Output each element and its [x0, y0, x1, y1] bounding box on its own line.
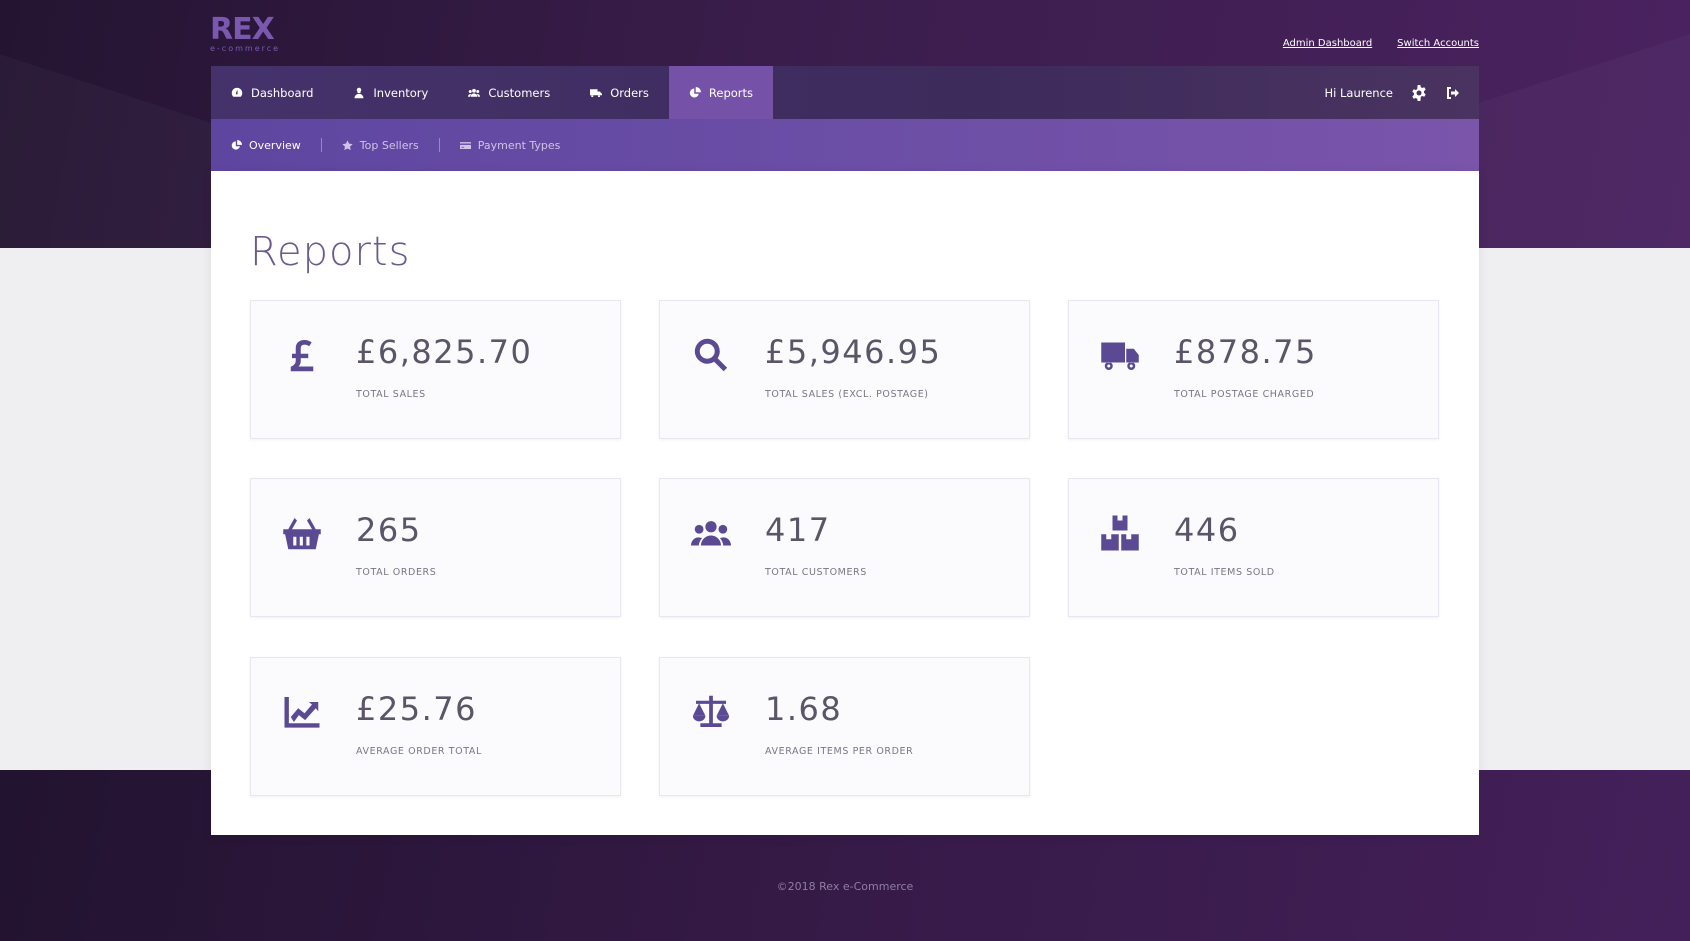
stat-card-total-customers[interactable]: 417 TOTAL CUSTOMERS: [659, 478, 1030, 617]
stat-value: £25.76: [356, 690, 477, 728]
stat-label: TOTAL SALES (EXCL. POSTAGE): [765, 389, 929, 400]
stat-value: £878.75: [1174, 333, 1317, 371]
logo-subtext: e-commerce: [210, 44, 281, 53]
stat-label: TOTAL SALES: [356, 389, 426, 400]
basket-icon: [281, 512, 323, 554]
stat-card-total-orders[interactable]: 265 TOTAL ORDERS: [250, 478, 621, 617]
nav-item-label: Orders: [610, 85, 649, 100]
subnav-item-top-sellers[interactable]: Top Sellers: [342, 139, 439, 152]
stat-value: £5,946.95: [765, 333, 942, 371]
nav-item-label: Customers: [488, 85, 551, 100]
users-icon: [690, 512, 732, 554]
logout-icon[interactable]: [1445, 85, 1461, 101]
stat-value: 446: [1174, 511, 1240, 549]
sub-nav: Overview Top Sellers Payment Types: [211, 119, 1479, 171]
search-icon: [690, 334, 732, 376]
gear-icon[interactable]: [1411, 84, 1427, 101]
subnav-item-payment-types[interactable]: Payment Types: [459, 138, 581, 152]
line-chart-icon: [281, 691, 323, 733]
subnav-item-label: Payment Types: [477, 138, 561, 152]
stat-card-average-order-total[interactable]: £25.76 AVERAGE ORDER TOTAL: [250, 657, 621, 796]
logo-text: REX: [210, 12, 275, 47]
stat-label: TOTAL ITEMS SOLD: [1174, 567, 1275, 578]
nav-item-customers[interactable]: Customers: [448, 66, 570, 119]
stat-label: TOTAL CUSTOMERS: [765, 567, 867, 578]
subnav-divider: [320, 138, 322, 152]
nav-item-label: Inventory: [373, 85, 429, 100]
subnav-item-label: Top Sellers: [359, 138, 419, 152]
stat-value: 265: [356, 511, 422, 549]
boxes-icon: [1099, 512, 1141, 554]
nav-item-dashboard[interactable]: Dashboard: [211, 66, 333, 119]
stat-card-total-sales[interactable]: £6,825.70 TOTAL SALES: [250, 300, 621, 439]
stat-value: 1.68: [765, 690, 843, 728]
stat-value: 417: [765, 511, 831, 549]
nav-user-area: Hi Laurence: [1325, 66, 1479, 119]
nav-item-reports[interactable]: Reports: [668, 66, 774, 119]
stat-value: £6,825.70: [356, 333, 533, 371]
stat-label: TOTAL POSTAGE CHARGED: [1174, 389, 1315, 400]
subnav-divider: [438, 138, 440, 152]
nav-item-label: Dashboard: [251, 85, 314, 100]
nav-item-inventory[interactable]: Inventory: [333, 66, 448, 119]
main-content: Reports £6,825.70 TOTAL SALES £5,946.95 …: [211, 171, 1479, 835]
customers-icon: [468, 88, 481, 97]
subnav-item-overview[interactable]: Overview: [231, 139, 321, 152]
footer-copyright: ©2018 Rex e-Commerce: [776, 880, 914, 893]
admin-dashboard-link[interactable]: Admin Dashboard: [1283, 38, 1372, 49]
nav-item-label: Reports: [708, 85, 754, 100]
user-greeting: Hi Laurence: [1324, 85, 1393, 100]
nav-item-orders[interactable]: Orders: [570, 66, 669, 119]
stat-label: AVERAGE ORDER TOTAL: [356, 746, 482, 757]
pie-chart-icon: [689, 86, 701, 97]
stat-card-average-items-per-order[interactable]: 1.68 AVERAGE ITEMS PER ORDER: [659, 657, 1030, 796]
subnav-item-label: Overview: [249, 138, 301, 152]
dashboard-icon: [231, 87, 243, 97]
pie-chart-icon: [231, 139, 242, 150]
credit-card-icon: [459, 141, 471, 149]
logo[interactable]: REX e-commerce: [210, 14, 280, 53]
stat-card-total-items-sold[interactable]: 446 TOTAL ITEMS SOLD: [1068, 478, 1439, 617]
switch-accounts-link[interactable]: Switch Accounts: [1397, 38, 1479, 49]
page-title: Reports: [250, 229, 411, 275]
main-nav: Dashboard Inventory Customers Orders Rep…: [211, 66, 1479, 119]
stat-card-total-postage[interactable]: £878.75 TOTAL POSTAGE CHARGED: [1068, 300, 1439, 439]
stat-card-total-sales-excl-postage[interactable]: £5,946.95 TOTAL SALES (EXCL. POSTAGE): [659, 300, 1030, 439]
stat-label: AVERAGE ITEMS PER ORDER: [765, 746, 914, 757]
top-links: Admin Dashboard Switch Accounts: [1283, 38, 1479, 49]
star-icon: [342, 139, 353, 150]
pound-icon: [281, 334, 323, 376]
inventory-icon: [354, 87, 364, 98]
truck-icon: [590, 88, 603, 97]
stat-label: TOTAL ORDERS: [356, 567, 437, 578]
truck-icon: [1099, 334, 1141, 376]
balance-scale-icon: [690, 691, 732, 733]
